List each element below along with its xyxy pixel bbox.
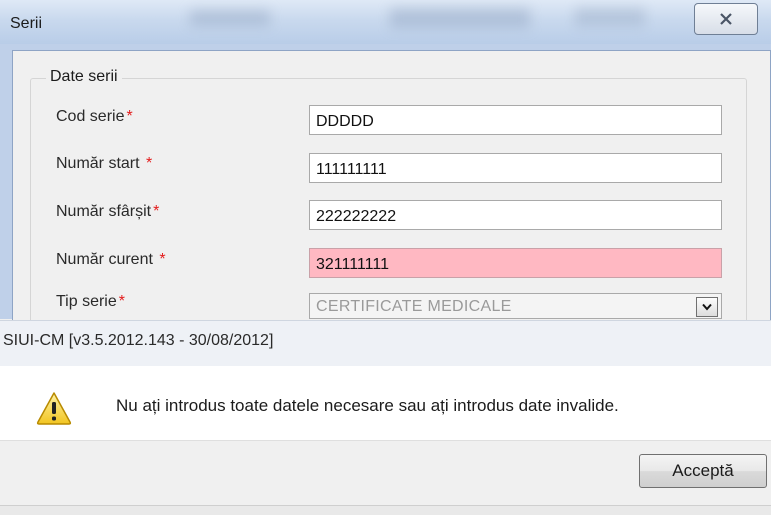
- window-title: Serii: [10, 15, 43, 32]
- tip-serie-label: Tip serie *: [56, 293, 125, 310]
- title-bar-blur: [390, 8, 530, 28]
- tip-serie-select[interactable]: CERTIFICATE MEDICALE: [309, 293, 722, 319]
- title-bar-blur: [190, 10, 270, 26]
- group-title: Date serii: [46, 68, 122, 86]
- tip-serie-value: CERTIFICATE MEDICALE: [316, 298, 512, 315]
- required-mark: *: [118, 293, 125, 310]
- message-box-title: SIUI-CM [v3.5.2012.143 - 30/08/2012]: [3, 332, 274, 349]
- required-mark: *: [153, 203, 160, 220]
- warning-icon: [36, 392, 72, 425]
- numar-start-input[interactable]: [309, 153, 722, 183]
- accept-button[interactable]: Acceptă: [639, 454, 767, 488]
- message-text: Nu ați introdus toate datele necesare sa…: [116, 396, 619, 415]
- numar-sfarsit-label: Număr sfârșit *: [56, 203, 160, 220]
- required-mark: *: [146, 155, 153, 172]
- numar-curent-label: Număr curent *: [56, 251, 166, 268]
- required-mark: *: [159, 251, 166, 268]
- message-box-title-bar: SIUI-CM [v3.5.2012.143 - 30/08/2012]: [0, 320, 771, 367]
- cod-serie-input[interactable]: [309, 105, 722, 135]
- message-box-footer: Acceptă: [0, 440, 771, 515]
- close-icon: [720, 13, 732, 25]
- close-button[interactable]: [694, 3, 758, 35]
- numar-curent-input[interactable]: [309, 248, 722, 278]
- message-box-body: Nu ați introdus toate datele necesare sa…: [0, 366, 771, 440]
- numar-sfarsit-input[interactable]: [309, 200, 722, 230]
- numar-start-label: Număr start *: [56, 155, 153, 172]
- dropdown-button[interactable]: [696, 297, 718, 317]
- title-bar-blur: [575, 8, 645, 26]
- cod-serie-label: Cod serie *: [56, 108, 133, 125]
- required-mark: *: [126, 108, 133, 125]
- window-title-bar: Serii: [0, 0, 771, 45]
- chevron-down-icon: [702, 303, 712, 311]
